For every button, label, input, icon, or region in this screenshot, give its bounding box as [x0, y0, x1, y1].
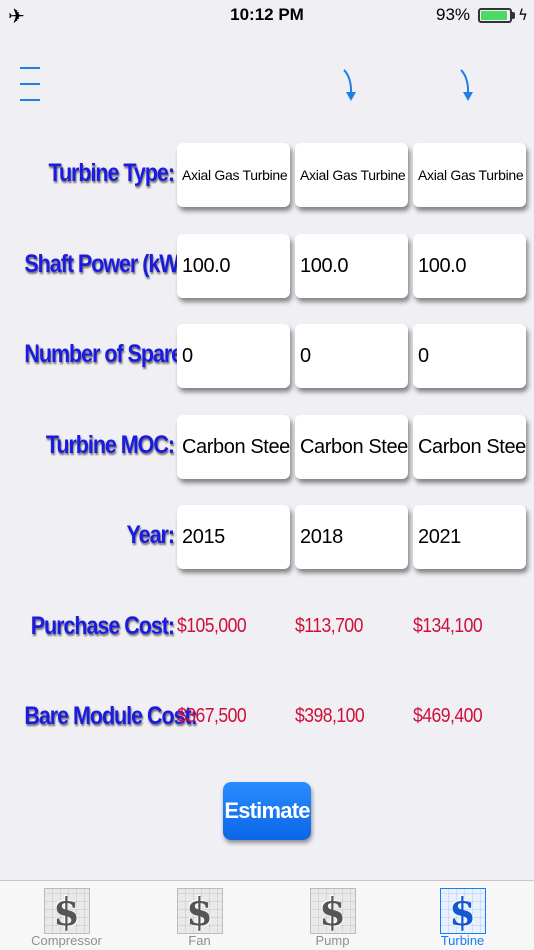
number-of-spares-field-1[interactable]: 0 [177, 324, 290, 388]
turbine-moc-field-2[interactable]: Carbon Steel [295, 415, 408, 479]
dollar-icon: $ [309, 888, 356, 934]
tab-label: Turbine [440, 933, 485, 948]
bare-module-cost-value-1: $367,500 [177, 705, 247, 727]
tab-compressor[interactable]: $ Compressor [0, 881, 133, 950]
shaft-power-label: Shaft Power (kW): [24, 250, 191, 278]
number-of-spares-field-2[interactable]: 0 [295, 324, 408, 388]
turbine-type-field-1[interactable]: Axial Gas Turbine [177, 143, 290, 207]
year-label: Year: [126, 521, 175, 549]
dollar-icon: $ [43, 888, 90, 934]
shaft-power-field-2[interactable]: 100.0 [295, 234, 408, 298]
shaft-power-field-1[interactable]: 100.0 [177, 234, 290, 298]
battery-level-fill [481, 11, 508, 20]
battery-tip [512, 12, 515, 19]
turbine-moc-label: Turbine MOC: [45, 431, 175, 459]
turbine-moc-field-3[interactable]: Carbon Steel [413, 415, 526, 479]
year-field-3[interactable]: 2021 [413, 505, 526, 569]
purchase-cost-value-1: $105,000 [177, 615, 247, 637]
estimate-button[interactable]: Estimate [223, 782, 311, 840]
turbine-type-label: Turbine Type: [48, 159, 175, 187]
year-field-2[interactable]: 2018 [295, 505, 408, 569]
turbine-moc-field-1[interactable]: Carbon Steel [177, 415, 290, 479]
year-field-1[interactable]: 2015 [177, 505, 290, 569]
bare-module-cost-value-2: $398,100 [295, 705, 365, 727]
curved-down-arrow-icon[interactable] [341, 68, 361, 104]
tab-fan[interactable]: $ Fan [133, 881, 266, 950]
tab-bar: $ Compressor $ Fan $ Pump $ Turbine [0, 880, 534, 950]
number-of-spares-label: Number of Spares: [24, 340, 200, 368]
status-bar: ✈ 10:12 PM 93% ϟ [0, 0, 534, 30]
shaft-power-field-3[interactable]: 100.0 [413, 234, 526, 298]
turbine-type-field-2[interactable]: Axial Gas Turbine [295, 143, 408, 207]
dollar-icon: $ [439, 888, 486, 934]
purchase-cost-label: Purchase Cost: [30, 612, 175, 640]
tab-label: Fan [188, 933, 211, 948]
purchase-cost-value-3: $134,100 [413, 615, 483, 637]
bare-module-cost-value-3: $469,400 [413, 705, 483, 727]
dollar-icon: $ [176, 888, 223, 934]
purchase-cost-value-2: $113,700 [295, 615, 363, 637]
bolt-icon: ϟ [518, 6, 528, 24]
tab-label: Pump [315, 933, 350, 948]
bare-module-cost-label: Bare Module Cost: [24, 702, 197, 730]
hamburger-menu-icon[interactable] [20, 65, 42, 103]
battery-icon [478, 8, 512, 23]
turbine-type-field-3[interactable]: Axial Gas Turbine [413, 143, 526, 207]
tab-label: Compressor [31, 933, 102, 948]
number-of-spares-field-3[interactable]: 0 [413, 324, 526, 388]
curved-down-arrow-icon[interactable] [458, 68, 478, 104]
tab-turbine[interactable]: $ Turbine [396, 881, 529, 950]
tab-pump[interactable]: $ Pump [266, 881, 399, 950]
battery-percent: 93% [436, 5, 471, 24]
